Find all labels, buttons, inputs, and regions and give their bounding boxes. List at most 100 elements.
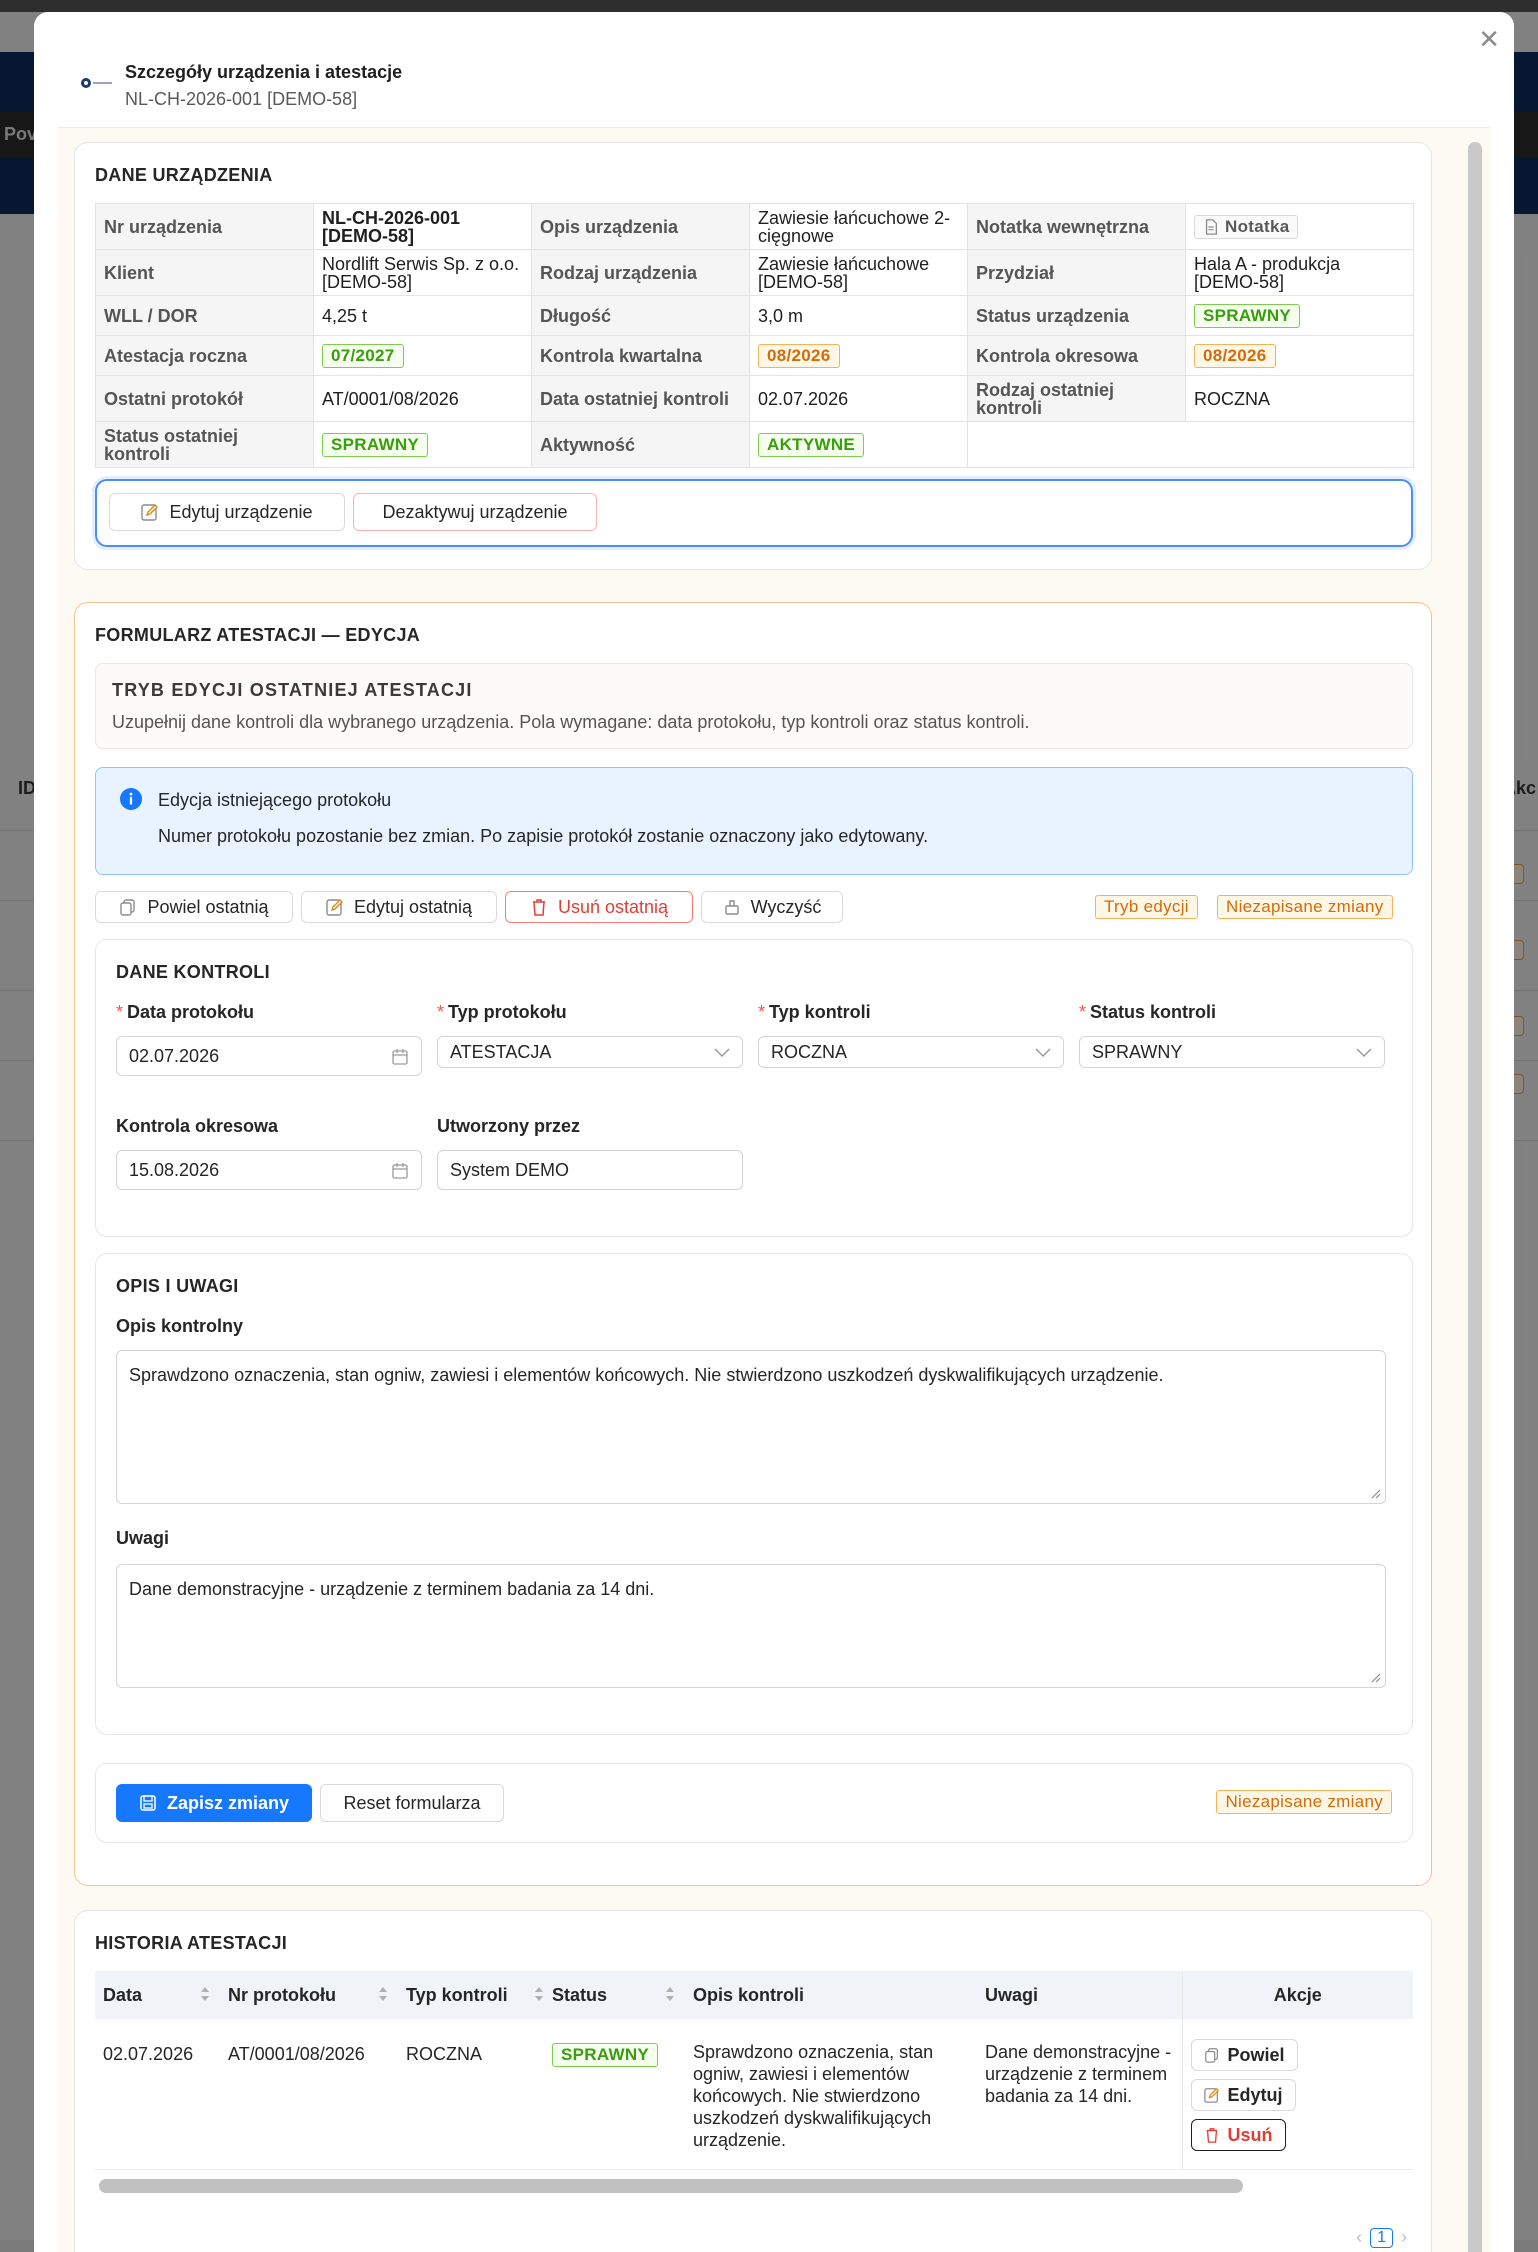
periodic-badge: 08/2026 [1194,343,1276,368]
save-bar: Zapisz zmiany Reset formularza Niezapisa… [95,1763,1413,1843]
copy-icon [120,899,136,916]
prev-page-icon[interactable]: ‹ [1356,2227,1362,2248]
info-alert: Edycja istniejącego protokołu Numer prot… [95,767,1413,875]
control-data-title: DANE KONTROLI [116,962,270,982]
save-changes-label: Zapisz zmiany [166,1792,290,1813]
device-row: Nr urządzenia NL-CH-2026-001 [DEMO-58] O… [95,203,1414,250]
history-edit-button[interactable]: Edytuj [1190,2079,1296,2111]
save-icon [140,1795,156,1811]
col-type[interactable]: Typ kontroli [398,1971,544,2019]
annual-badge: 07/2027 [322,343,404,368]
clear-label: Wyczyść [750,896,822,917]
notes-title: OPIS I UWAGI [116,1276,239,1296]
unsaved-tag: Niezapisane zmiany [1217,895,1393,919]
device-card: DANE URZĄDZENIA Nr urządzenia NL-CH-2026… [74,142,1432,570]
history-actions-cell: Powiel Edytuj Usuń [1181,2019,1413,2170]
device-label: Status urządzenia [967,295,1186,336]
device-status-badge: SPRAWNY [1194,303,1301,328]
next-page-icon[interactable]: › [1401,2227,1407,2248]
info-desc: Numer protokołu pozostanie bez zmian. Po… [158,826,929,846]
trash-icon [532,899,545,916]
remarks-textarea[interactable]: Dane demonstracyjne - urządzenie z termi… [116,1564,1386,1688]
page-1-button[interactable]: 1 [1370,2227,1393,2248]
last-control-type: ROCZNA [1185,375,1414,422]
device-label: Kontrola okresowa [967,335,1186,376]
col-protocol[interactable]: Nr protokołu [220,1971,398,2019]
sort-icon [666,1987,674,2001]
resize-handle-icon[interactable] [1369,1487,1381,1499]
protocol-date-input[interactable]: 02.07.2026 [116,1036,422,1076]
calendar-icon [392,1049,408,1065]
protocol-type-label: * Typ protokołu [437,1002,567,1022]
device-row: Status ostatniej kontroli SPRAWNY Aktywn… [95,421,1414,468]
reset-form-label: Reset formularza [343,1792,481,1813]
copy-last-label: Powiel ostatnią [147,896,269,917]
control-status-select[interactable]: SPRAWNY [1079,1036,1385,1068]
deactivate-device-label: Dezaktywuj urządzenie [382,501,568,522]
edit-icon [326,899,343,916]
periodic-label: Kontrola okresowa [116,1116,279,1136]
history-title: HISTORIA ATESTACJI [95,1933,288,1953]
chevron-down-icon [714,1048,730,1058]
control-type-label: * Typ kontroli [758,1002,871,1022]
sort-icon [379,1987,387,2001]
resize-handle-icon[interactable] [1369,1671,1381,1683]
device-label: Ostatni protokół [95,375,314,422]
company-logo-icon [81,78,112,88]
reset-form-button[interactable]: Reset formularza [320,1784,504,1822]
scrollbar[interactable] [1468,142,1482,2252]
history-row: 02.07.2026 AT/0001/08/2026 ROCZNA SPRAWN… [95,2019,1413,2170]
created-by-label: Utworzony przez [437,1116,581,1136]
device-details-modal: Szczegóły urządzenia i atestacje NL-CH-2… [34,12,1514,2252]
created-by-input[interactable]: System DEMO [437,1150,743,1190]
col-status[interactable]: Status [544,1971,685,2019]
device-label: Aktywność [531,421,750,468]
device-label: Klient [95,249,314,296]
last-control-date: 02.07.2026 [749,375,968,422]
last-status-badge: SPRAWNY [322,432,429,457]
last-protocol: AT/0001/08/2026 [313,375,532,422]
device-label: Nr urządzenia [95,203,314,250]
description-textarea[interactable]: Sprawdzono oznaczenia, stan ogniw, zawie… [116,1350,1386,1504]
note-button[interactable]: Notatka [1194,214,1299,239]
history-type: ROCZNA [398,2019,544,2170]
copy-last-button[interactable]: Powiel ostatnią [95,891,293,923]
protocol-type-select[interactable]: ATESTACJA [437,1036,743,1068]
device-row: Klient Nordlift Serwis Sp. z o.o. [DEMO-… [95,249,1414,296]
edit-device-button[interactable]: Edytuj urządzenie [109,493,345,531]
edit-icon [1203,2087,1219,2103]
close-icon[interactable]: ✕ [1478,26,1500,52]
clear-button[interactable]: Wyczyść [701,891,843,923]
history-status-cell: SPRAWNY [544,2019,685,2170]
control-type-select[interactable]: ROCZNA [758,1036,1064,1068]
device-label: Data ostatniej kontroli [531,375,750,422]
col-remarks: Uwagi [977,1971,1182,2019]
delete-last-button[interactable]: Usuń ostatnią [505,891,693,923]
notes-card: OPIS I UWAGI Opis kontrolny Sprawdzono o… [95,1253,1413,1735]
edit-mode-box: TRYB EDYCJI OSTATNIEJ ATESTACJI Uzupełni… [95,663,1413,749]
modal-header: Szczegóły urządzenia i atestacje NL-CH-2… [58,50,1490,128]
device-label: Status ostatniej kontroli [95,421,314,468]
col-date[interactable]: Data [95,1971,220,2019]
history-horizontal-scrollbar[interactable] [99,2179,1243,2193]
periodic-date-input[interactable]: 15.08.2026 [116,1150,422,1190]
history-table: Data Nr protokołu Typ kontroli Status Op… [95,1971,1413,2170]
note-label: Notatka [1225,216,1290,236]
col-description: Opis kontroli [685,1971,977,2019]
device-wll: 4,25 t [313,295,532,336]
history-copy-button[interactable]: Powiel [1190,2039,1298,2071]
save-changes-button[interactable]: Zapisz zmiany [116,1784,312,1822]
edit-mode-tag: Tryb edycji [1095,895,1198,919]
device-description: Zawiesie łańcuchowe 2-cięgnowe [749,203,968,250]
device-label: Notatka wewnętrzna [967,203,1186,250]
device-label: WLL / DOR [95,295,314,336]
deactivate-device-button[interactable]: Dezaktywuj urządzenie [353,493,597,531]
history-delete-button[interactable]: Usuń [1190,2119,1286,2151]
modal-title: Szczegóły urządzenia i atestacje [125,62,403,82]
modal-body[interactable]: DANE URZĄDZENIA Nr urządzenia NL-CH-2026… [58,128,1490,2252]
device-label: Długość [531,295,750,336]
history-protocol: AT/0001/08/2026 [220,2019,398,2170]
edit-last-button[interactable]: Edytuj ostatnią [301,891,497,923]
history-description: Sprawdzono oznaczenia, stan ogniw, zawie… [685,2019,977,2170]
chevron-down-icon [1356,1048,1372,1058]
